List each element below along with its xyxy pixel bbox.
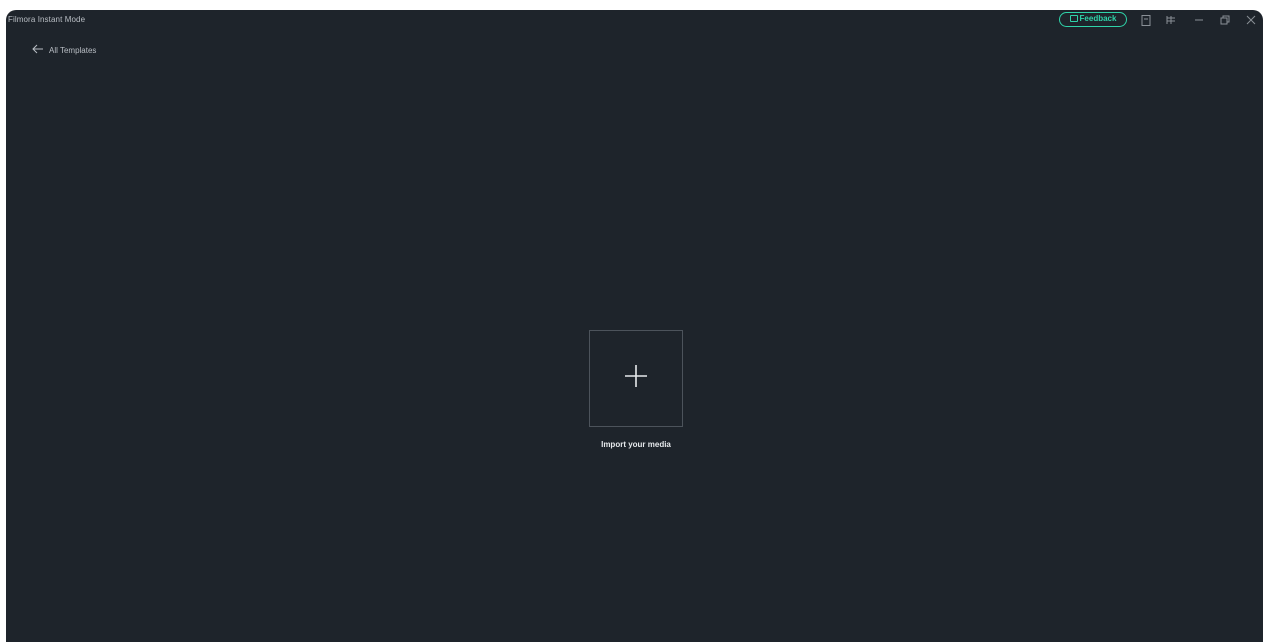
back-to-templates-link[interactable]: All Templates: [32, 43, 96, 57]
feedback-label: Feedback: [1079, 14, 1117, 23]
app-window: Filmora Instant Mode Feedback All Templa…: [6, 10, 1263, 642]
plus-icon: [624, 364, 648, 393]
feedback-button[interactable]: Feedback: [1059, 12, 1127, 27]
close-icon[interactable]: [1244, 13, 1258, 27]
save-icon[interactable]: [1139, 13, 1153, 27]
import-media-button[interactable]: [589, 330, 683, 427]
window-title: Filmora Instant Mode: [8, 15, 86, 24]
arrow-left-icon: [32, 41, 44, 59]
layout-icon[interactable]: [1164, 13, 1178, 27]
back-label: All Templates: [49, 45, 97, 55]
message-icon: [1069, 15, 1078, 22]
restore-icon[interactable]: [1218, 13, 1232, 27]
minimize-icon[interactable]: [1192, 13, 1206, 27]
title-bar: Filmora Instant Mode Feedback: [6, 10, 1263, 32]
import-media-label: Import your media: [601, 440, 671, 449]
